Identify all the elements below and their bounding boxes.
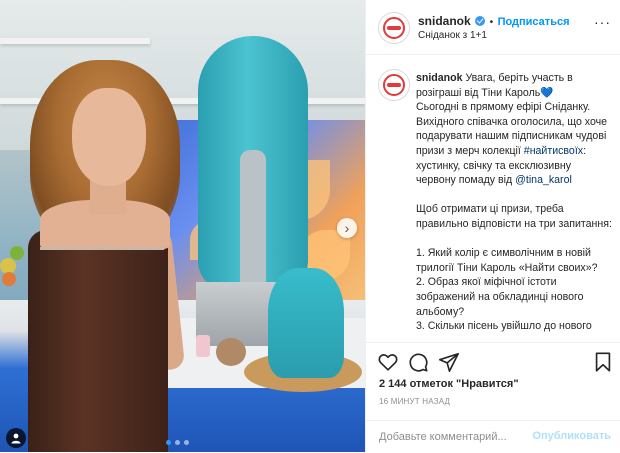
follow-button[interactable]: Подписаться	[498, 16, 570, 28]
post-photo[interactable]: ›	[0, 0, 365, 452]
avatar[interactable]	[378, 12, 410, 44]
publish-button[interactable]: Опубликовать	[532, 430, 611, 442]
carousel-dot	[184, 440, 189, 445]
blue-heart-emoji: 💙	[540, 86, 554, 99]
heart-icon[interactable]	[377, 351, 399, 373]
caption-paragraph2: Щоб отримати ці призи, треба правильно в…	[416, 203, 612, 230]
action-bar	[366, 342, 620, 383]
header-title-row: snidanok • Подписаться	[418, 12, 570, 30]
chevron-right-icon[interactable]: ›	[337, 218, 357, 238]
likes-count[interactable]: 2 144 отметок "Нравится"	[379, 378, 519, 390]
caption-username[interactable]: snidanok	[416, 72, 463, 84]
verified-badge-icon	[475, 16, 486, 26]
post-time[interactable]: 16 МИНУТ НАЗАД	[379, 397, 450, 406]
carousel-dots	[166, 440, 189, 446]
caption-question-3: 3. Скільки пісень увійшло до нового	[416, 320, 592, 333]
carousel-dot	[166, 440, 171, 445]
candle-box	[196, 335, 210, 357]
bookmark-icon[interactable]	[592, 351, 614, 373]
decor-ball	[216, 338, 246, 366]
comment-icon[interactable]	[407, 351, 429, 373]
post-header: snidanok • Подписаться Сніданок з 1+1 ··…	[366, 0, 620, 55]
fruit	[2, 272, 16, 286]
shelf	[0, 38, 150, 44]
caption-question-2: 2. Образ якої міфічної істоти зображений…	[416, 276, 587, 318]
header-separator: •	[489, 17, 494, 28]
hashtag-link[interactable]: #найтисвоїх	[524, 145, 583, 157]
user-tag-icon[interactable]	[6, 428, 26, 448]
caption-area: snidanok Увага, беріть участь в розіграш…	[366, 55, 620, 342]
header-username[interactable]: snidanok	[418, 14, 471, 28]
caption-avatar[interactable]	[378, 69, 410, 101]
dress-zipper	[40, 247, 164, 250]
figurine	[268, 268, 344, 378]
location-link[interactable]: Сніданок з 1+1	[418, 30, 487, 41]
carousel-dot	[175, 440, 180, 445]
fruit	[10, 246, 24, 260]
comment-box: Опубликовать	[366, 420, 620, 453]
comment-input[interactable]	[379, 429, 529, 445]
more-options-icon[interactable]: ···	[594, 14, 611, 30]
statue-gap	[240, 150, 266, 290]
post-panel: snidanok • Подписаться Сніданок з 1+1 ··…	[365, 0, 620, 452]
share-icon[interactable]	[438, 351, 460, 373]
mention-link[interactable]: @tina_karol	[515, 174, 572, 186]
woman-face	[72, 88, 146, 186]
caption-question-1: 1. Який колір є символічним в новій трил…	[416, 247, 598, 274]
woman-dress	[28, 230, 168, 452]
caption-text: snidanok Увага, беріть участь в розіграш…	[416, 71, 612, 334]
